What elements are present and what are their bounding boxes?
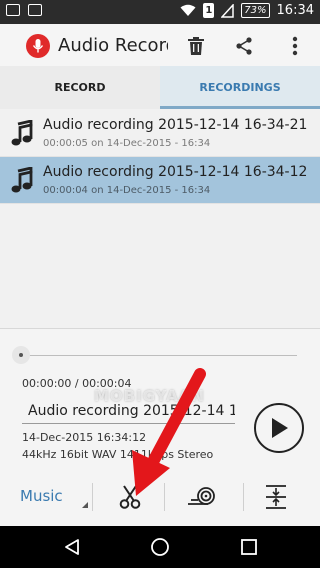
annotation-arrow — [132, 368, 206, 496]
clock: 16:34 — [276, 3, 314, 18]
action-bar: Audio Recorder — [0, 24, 320, 66]
recents-button[interactable] — [237, 535, 261, 559]
overflow-menu-button[interactable] — [281, 32, 309, 60]
divider — [92, 483, 93, 511]
back-button[interactable] — [60, 535, 84, 559]
home-icon — [151, 538, 169, 556]
recordings-list: Audio recording 2015-12-14 16-34-21 00:0… — [0, 110, 320, 204]
divider — [243, 483, 244, 511]
signal-icon — [221, 3, 235, 18]
recents-icon — [241, 539, 257, 555]
microphone-icon — [26, 34, 50, 58]
message-notification-icon — [6, 4, 20, 16]
navigation-bar — [0, 526, 320, 568]
list-item-selected[interactable]: Audio recording 2015-12-14 16-34-12 00:0… — [0, 157, 320, 204]
expand-button[interactable] — [260, 481, 292, 513]
wifi-icon — [180, 4, 196, 16]
play-icon — [272, 418, 288, 438]
tab-bar: RECORD RECORDINGS — [0, 66, 320, 109]
list-item[interactable]: Audio recording 2015-12-14 16-34-21 00:0… — [0, 110, 320, 157]
tab-record[interactable]: RECORD — [0, 66, 160, 109]
sim-indicator: 1 — [203, 3, 215, 18]
recording-name: Audio recording 2015-12-14 16-34-12 — [43, 164, 308, 180]
play-button[interactable] — [254, 403, 304, 453]
overflow-menu-icon — [292, 36, 298, 56]
recording-meta: 00:00:04 on 14-Dec-2015 - 16:34 — [43, 185, 211, 196]
recording-meta: 00:00:05 on 14-Dec-2015 - 16:34 — [43, 138, 211, 149]
dropdown-corner-icon — [82, 502, 88, 508]
trash-icon — [188, 37, 204, 55]
expand-icon — [266, 485, 286, 509]
music-note-icon — [11, 167, 33, 193]
share-icon — [236, 37, 252, 55]
recording-name: Audio recording 2015-12-14 16-34-21 — [43, 117, 308, 133]
share-button[interactable] — [230, 32, 258, 60]
category-selector[interactable]: Music — [20, 487, 63, 505]
app-title: Audio Recorder — [58, 35, 168, 56]
tab-recordings[interactable]: RECORDINGS — [160, 66, 320, 109]
back-icon — [65, 539, 79, 555]
battery-icon: 73% — [241, 3, 270, 18]
delete-button[interactable] — [182, 32, 210, 60]
seek-handle[interactable] — [12, 346, 30, 364]
status-bar: 1 73% 16:34 — [0, 0, 320, 24]
seek-bar[interactable] — [22, 355, 297, 356]
music-note-icon — [11, 120, 33, 146]
home-button[interactable] — [148, 535, 172, 559]
image-notification-icon — [28, 4, 42, 16]
